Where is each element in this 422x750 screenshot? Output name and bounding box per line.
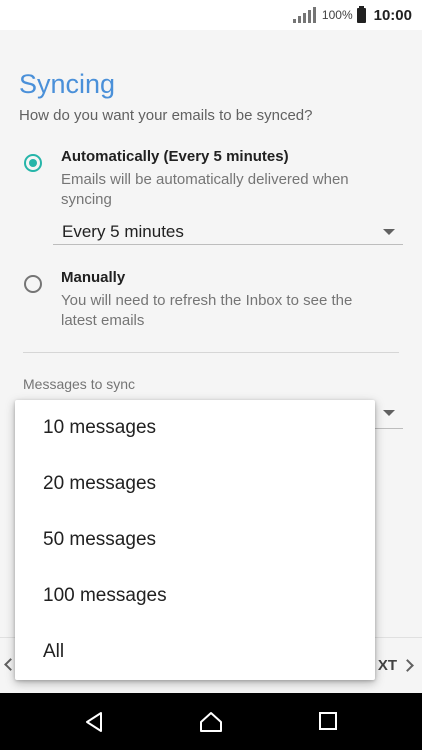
radio-manually[interactable]: [24, 275, 42, 293]
battery-percent: 100%: [321, 8, 353, 22]
option-automatically-title: Automatically (Every 5 minutes): [61, 148, 289, 165]
status-icons: 100% 10:00: [292, 0, 412, 30]
status-time: 10:00: [373, 6, 412, 24]
sync-frequency-value: Every 5 minutes: [62, 222, 184, 241]
option-manually-description: You will need to refresh the Inbox to se…: [61, 292, 353, 329]
messages-dropdown-menu: 10 messages 20 messages 50 messages 100 …: [15, 400, 375, 680]
page-subtitle: How do you want your emails to be synced…: [19, 107, 313, 124]
battery-icon: [356, 5, 366, 23]
dropdown-item-20[interactable]: 20 messages: [15, 456, 375, 512]
option-automatically-description: Emails will be automatically delivered w…: [61, 171, 349, 208]
radio-automatically[interactable]: [24, 154, 42, 172]
dropdown-item-all[interactable]: All: [15, 624, 375, 680]
sync-frequency-spinner[interactable]: Every 5 minutes: [53, 218, 403, 245]
divider: [23, 352, 399, 353]
next-button-label: XT: [377, 657, 397, 674]
status-bar: 100% 10:00: [0, 0, 422, 30]
dropdown-arrow-icon: [383, 229, 395, 235]
next-button[interactable]: XT: [377, 657, 414, 674]
dropdown-item-100[interactable]: 100 messages: [15, 568, 375, 624]
dropdown-item-10[interactable]: 10 messages: [15, 400, 375, 456]
dropdown-arrow-icon: [383, 410, 395, 416]
messages-to-sync-label: Messages to sync: [23, 376, 136, 392]
chevron-right-icon: [401, 659, 414, 672]
back-icon[interactable]: [83, 711, 105, 733]
dropdown-item-50[interactable]: 50 messages: [15, 512, 375, 568]
signal-icon: [292, 7, 316, 23]
home-icon[interactable]: [199, 711, 223, 733]
recents-icon[interactable]: [318, 711, 338, 731]
page-title: Syncing: [19, 69, 116, 99]
option-manually-title: Manually: [61, 269, 126, 286]
previous-button[interactable]: [4, 656, 17, 673]
navigation-bar: [0, 693, 422, 750]
